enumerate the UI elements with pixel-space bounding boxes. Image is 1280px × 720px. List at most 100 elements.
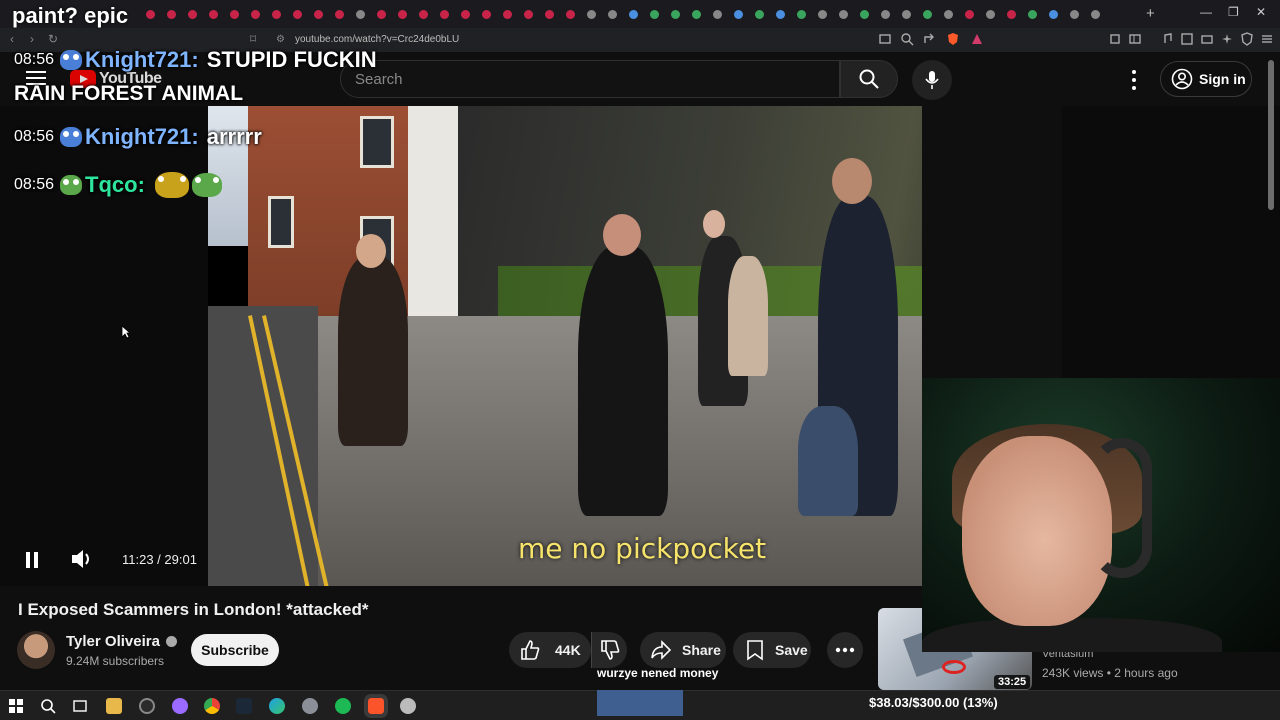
like-button[interactable]: 44K: [509, 632, 591, 668]
zoom-icon[interactable]: [900, 32, 914, 46]
tab[interactable]: [251, 10, 260, 19]
channel-name[interactable]: Tyler Oliveira: [66, 633, 160, 650]
minimize-icon[interactable]: —: [1200, 5, 1212, 19]
bookmark-icon[interactable]: ⌑: [250, 32, 256, 46]
edge-icon[interactable]: [269, 698, 285, 714]
tab[interactable]: [1049, 10, 1058, 19]
tab[interactable]: [167, 10, 176, 19]
tab[interactable]: [1091, 10, 1100, 19]
tab[interactable]: [1028, 10, 1037, 19]
tab[interactable]: [944, 10, 953, 19]
share-button[interactable]: Share: [640, 632, 726, 668]
tab[interactable]: [482, 10, 491, 19]
channel-avatar[interactable]: [17, 631, 55, 669]
tab[interactable]: [734, 10, 743, 19]
dislike-button[interactable]: [591, 632, 627, 668]
reload-icon[interactable]: ↻: [48, 32, 58, 46]
tab[interactable]: [776, 10, 785, 19]
site-info-icon[interactable]: ⚙: [276, 34, 285, 45]
tab[interactable]: [755, 10, 764, 19]
tab[interactable]: [923, 10, 932, 19]
sidebar-icon[interactable]: [1128, 32, 1142, 46]
settings-more-icon[interactable]: [1126, 68, 1142, 92]
vpn-icon[interactable]: [1240, 32, 1254, 46]
more-actions-button[interactable]: [827, 632, 863, 668]
url-text[interactable]: youtube.com/watch?v=Crc24de0bLU: [295, 34, 459, 45]
task-view-icon[interactable]: [72, 698, 88, 714]
tab[interactable]: [377, 10, 386, 19]
tab[interactable]: [608, 10, 617, 19]
tab[interactable]: [1070, 10, 1079, 19]
search-box[interactable]: [340, 60, 840, 98]
tab[interactable]: [230, 10, 239, 19]
tab[interactable]: [986, 10, 995, 19]
tab[interactable]: [272, 10, 281, 19]
back-icon[interactable]: ‹: [10, 32, 14, 46]
windows-start-icon[interactable]: [8, 698, 24, 714]
tab[interactable]: [860, 10, 869, 19]
twitch-app-icon[interactable]: [172, 698, 188, 714]
sign-in-button[interactable]: Sign in: [1160, 61, 1252, 97]
tab[interactable]: [314, 10, 323, 19]
extensions-icon[interactable]: [1108, 32, 1122, 46]
tab[interactable]: [587, 10, 596, 19]
tab[interactable]: [335, 10, 344, 19]
taskbar-search-icon[interactable]: [40, 698, 56, 714]
spotify-icon[interactable]: [335, 698, 351, 714]
pause-icon[interactable]: [24, 551, 40, 569]
voice-search-button[interactable]: [912, 60, 952, 100]
tab[interactable]: [692, 10, 701, 19]
tab[interactable]: [293, 10, 302, 19]
tab[interactable]: [965, 10, 974, 19]
tab[interactable]: [1007, 10, 1016, 19]
tab[interactable]: [797, 10, 806, 19]
tab[interactable]: [524, 10, 533, 19]
tab[interactable]: [545, 10, 554, 19]
tab[interactable]: [419, 10, 428, 19]
channel-name-row[interactable]: Tyler Oliveira: [66, 633, 177, 650]
reading-list-icon[interactable]: [1180, 32, 1194, 46]
app-icon[interactable]: [302, 698, 318, 714]
share-page-icon[interactable]: [922, 32, 936, 46]
tab[interactable]: [398, 10, 407, 19]
tab[interactable]: [503, 10, 512, 19]
close-icon[interactable]: ✕: [1256, 5, 1266, 19]
brave-icon[interactable]: [364, 694, 388, 718]
search-button[interactable]: [840, 60, 898, 98]
tab[interactable]: [188, 10, 197, 19]
steam-icon[interactable]: [236, 698, 252, 714]
tab-list[interactable]: [140, 6, 1150, 22]
tab[interactable]: [881, 10, 890, 19]
music-icon[interactable]: [1160, 32, 1174, 46]
tab[interactable]: [146, 10, 155, 19]
tab[interactable]: [209, 10, 218, 19]
app-icon[interactable]: [400, 698, 416, 714]
subscribe-button[interactable]: Subscribe: [191, 634, 279, 666]
tab[interactable]: [461, 10, 470, 19]
new-tab-icon[interactable]: +: [1146, 5, 1155, 22]
search-input[interactable]: [355, 70, 839, 88]
tab[interactable]: [902, 10, 911, 19]
tab[interactable]: [671, 10, 680, 19]
brave-shield-icon[interactable]: [946, 32, 960, 46]
chrome-icon[interactable]: [204, 698, 220, 714]
cast-icon[interactable]: [878, 32, 892, 46]
restore-icon[interactable]: ❐: [1228, 5, 1239, 19]
file-explorer-icon[interactable]: [106, 698, 122, 714]
tab[interactable]: [356, 10, 365, 19]
page-scrollbar[interactable]: [1268, 60, 1274, 210]
rewards-icon[interactable]: [970, 32, 984, 46]
forward-icon[interactable]: ›: [30, 32, 34, 46]
leo-icon[interactable]: [1220, 32, 1234, 46]
tab[interactable]: [650, 10, 659, 19]
tab[interactable]: [839, 10, 848, 19]
tab[interactable]: [629, 10, 638, 19]
volume-icon[interactable]: [70, 548, 94, 570]
tab[interactable]: [440, 10, 449, 19]
tab[interactable]: [566, 10, 575, 19]
wallet-icon[interactable]: [1200, 32, 1214, 46]
save-button[interactable]: Save: [733, 632, 811, 668]
tab[interactable]: [713, 10, 722, 19]
obs-icon[interactable]: [139, 698, 155, 714]
menu-icon[interactable]: [1260, 32, 1274, 46]
